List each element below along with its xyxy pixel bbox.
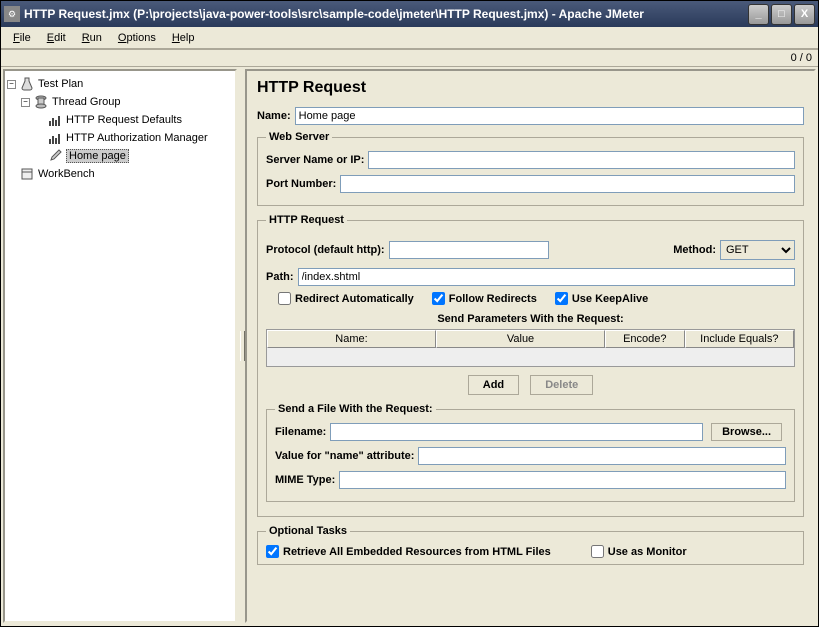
protocol-label: Protocol (default http): xyxy=(266,244,385,256)
path-label: Path: xyxy=(266,271,294,283)
window-title: HTTP Request.jmx (P:\projects\java-power… xyxy=(24,7,748,21)
protocol-input[interactable] xyxy=(389,241,549,259)
tree-panel: − Test Plan − Thread Group HTTP Request … xyxy=(3,69,237,623)
keepalive-checkbox[interactable] xyxy=(555,292,568,305)
webserver-fieldset: Web Server Server Name or IP: Port Numbe… xyxy=(257,131,804,206)
method-label: Method: xyxy=(673,244,716,256)
name-input[interactable] xyxy=(295,107,804,125)
monitor-checkbox-label: Use as Monitor xyxy=(591,545,687,558)
monitor-checkbox[interactable] xyxy=(591,545,604,558)
params-col-include[interactable]: Include Equals? xyxy=(685,330,794,348)
tree-toggle-testplan[interactable]: − xyxy=(7,80,16,89)
port-number-input[interactable] xyxy=(340,175,795,193)
menu-edit[interactable]: Edit xyxy=(39,30,74,46)
optional-legend: Optional Tasks xyxy=(266,525,350,537)
mime-input[interactable] xyxy=(339,471,786,489)
menu-options[interactable]: Options xyxy=(110,30,164,46)
params-title: Send Parameters With the Request: xyxy=(266,313,795,325)
nameattr-label: Value for "name" attribute: xyxy=(275,450,414,462)
sendfile-fieldset: Send a File With the Request: Filename: … xyxy=(266,403,795,502)
filename-input[interactable] xyxy=(330,423,703,441)
sampler-icon xyxy=(47,130,63,146)
status-counter: 0 / 0 xyxy=(791,52,812,64)
method-select[interactable]: GET xyxy=(720,240,795,260)
tree-node-home-page[interactable]: Home page xyxy=(66,149,129,163)
redirect-auto-checkbox[interactable] xyxy=(278,292,291,305)
tree-node-http-defaults[interactable]: HTTP Request Defaults xyxy=(66,114,182,126)
delete-button[interactable]: Delete xyxy=(530,375,593,395)
maximize-button[interactable]: □ xyxy=(771,4,792,25)
params-col-name[interactable]: Name: xyxy=(267,330,436,348)
menubar: File Edit Run Options Help xyxy=(1,27,818,49)
keepalive-checkbox-label: Use KeepAlive xyxy=(555,292,648,305)
params-col-encode[interactable]: Encode? xyxy=(605,330,685,348)
path-input[interactable] xyxy=(298,268,796,286)
sampler-icon xyxy=(47,112,63,128)
tree-node-http-auth[interactable]: HTTP Authorization Manager xyxy=(66,132,208,144)
minimize-button[interactable]: _ xyxy=(748,4,769,25)
httprequest-legend: HTTP Request xyxy=(266,214,347,226)
close-button[interactable]: X xyxy=(794,4,815,25)
tree-node-threadgroup[interactable]: Thread Group xyxy=(52,96,120,108)
menu-file[interactable]: File xyxy=(5,30,39,46)
port-number-label: Port Number: xyxy=(266,178,336,190)
flask-icon xyxy=(19,76,35,92)
panel-title: HTTP Request xyxy=(257,79,804,97)
params-table: Name: Value Encode? Include Equals? xyxy=(266,329,795,367)
menu-run[interactable]: Run xyxy=(74,30,110,46)
filename-label: Filename: xyxy=(275,426,326,438)
name-label: Name: xyxy=(257,110,291,122)
sendfile-legend: Send a File With the Request: xyxy=(275,403,436,415)
tree-node-workbench[interactable]: WorkBench xyxy=(38,168,95,180)
tree-toggle-threadgroup[interactable]: − xyxy=(21,98,30,107)
main-panel: HTTP Request Name: Web Server Server Nam… xyxy=(245,69,816,623)
params-body[interactable] xyxy=(267,348,794,366)
tree-node-testplan[interactable]: Test Plan xyxy=(38,78,83,90)
window-titlebar: ⚙ HTTP Request.jmx (P:\projects\java-pow… xyxy=(1,1,818,27)
webserver-legend: Web Server xyxy=(266,131,332,143)
params-col-value[interactable]: Value xyxy=(436,330,605,348)
add-button[interactable]: Add xyxy=(468,375,519,395)
menu-help[interactable]: Help xyxy=(164,30,203,46)
httprequest-fieldset: HTTP Request Protocol (default http): Me… xyxy=(257,214,804,517)
nameattr-input[interactable] xyxy=(418,447,786,465)
follow-redirects-checkbox[interactable] xyxy=(432,292,445,305)
mime-label: MIME Type: xyxy=(275,474,335,486)
redirect-auto-checkbox-label: Redirect Automatically xyxy=(278,292,414,305)
optional-fieldset: Optional Tasks Retrieve All Embedded Res… xyxy=(257,525,804,565)
follow-redirects-checkbox-label: Follow Redirects xyxy=(432,292,537,305)
statusbar: 0 / 0 xyxy=(1,49,818,67)
workbench-icon xyxy=(19,166,35,182)
app-icon: ⚙ xyxy=(4,6,20,22)
pipette-icon xyxy=(47,148,63,164)
spool-icon xyxy=(33,94,49,110)
retrieve-checkbox[interactable] xyxy=(266,545,279,558)
browse-button[interactable]: Browse... xyxy=(711,423,782,441)
server-name-input[interactable] xyxy=(368,151,795,169)
server-name-label: Server Name or IP: xyxy=(266,154,364,166)
retrieve-checkbox-label: Retrieve All Embedded Resources from HTM… xyxy=(266,545,551,558)
